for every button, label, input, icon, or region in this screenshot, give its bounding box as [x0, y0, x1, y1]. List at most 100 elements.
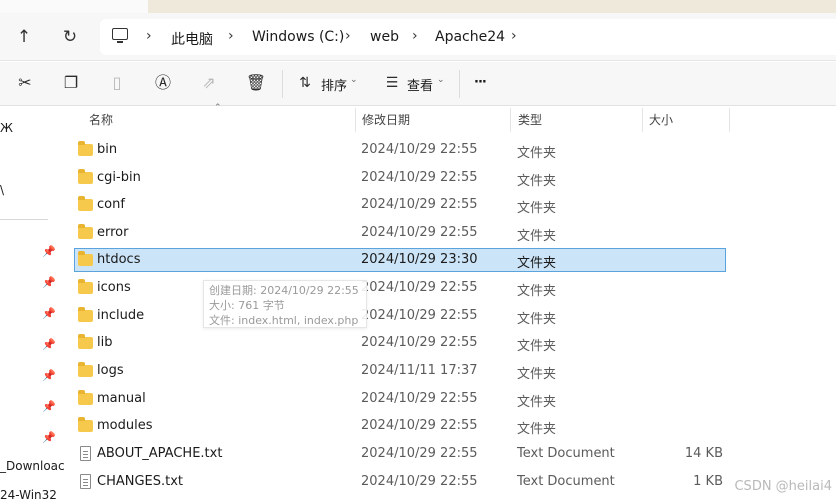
view-icon[interactable]: ☰	[381, 72, 403, 94]
file-date: 2024/11/11 17:37	[361, 363, 478, 378]
file-date: 2024/10/29 22:55	[361, 225, 478, 240]
file-date: 2024/10/29 22:55	[361, 308, 478, 323]
column-header-name[interactable]: 名称	[89, 107, 113, 133]
file-size: 14 KB	[684, 446, 723, 461]
file-type: 文件夹	[517, 201, 557, 216]
rename-icon[interactable]: Ⓐ	[152, 72, 174, 94]
file-type: 文件夹	[517, 367, 557, 382]
active-tab[interactable]	[0, 0, 148, 13]
file-type: Text Document	[517, 446, 615, 461]
column-header-type[interactable]: 类型	[518, 107, 542, 133]
file-type: 文件夹	[517, 422, 557, 437]
paste-icon[interactable]: ▯	[106, 72, 128, 94]
folder-icon	[78, 169, 93, 184]
file-row[interactable]: cgi-bin 2024/10/29 22:55 文件夹	[74, 166, 726, 190]
nav-divider	[0, 219, 48, 220]
file-name: conf	[97, 197, 125, 212]
file-name: manual	[97, 391, 146, 406]
folder-icon	[78, 251, 93, 266]
chevron-right-icon[interactable]: ›	[511, 28, 517, 44]
column-divider[interactable]	[642, 108, 643, 132]
file-row[interactable]: error 2024/10/29 22:55 文件夹	[74, 221, 726, 245]
file-date: 2024/10/29 22:55	[361, 391, 478, 406]
column-divider[interactable]	[510, 108, 511, 132]
file-row[interactable]: bin 2024/10/29 22:55 文件夹	[74, 138, 726, 162]
file-name: error	[97, 225, 129, 240]
file-row[interactable]: CHANGES.txt 2024/10/29 22:55 Text Docume…	[74, 470, 726, 494]
pin-icon[interactable]: 📌	[42, 400, 56, 414]
file-type: 文件夹	[517, 229, 557, 244]
column-header-size[interactable]: 大小	[649, 107, 673, 133]
folder-icon	[78, 334, 93, 349]
folder-icon	[78, 417, 93, 432]
file-row[interactable]: lib 2024/10/29 22:55 文件夹	[74, 331, 726, 355]
file-row[interactable]: conf 2024/10/29 22:55 文件夹	[74, 193, 726, 217]
nav-item[interactable]: \	[0, 183, 4, 197]
share-icon[interactable]: ⇗	[198, 72, 220, 94]
file-name: ABOUT_APACHE.txt	[97, 446, 223, 461]
computer-icon	[112, 28, 128, 43]
breadcrumb-web[interactable]: web	[370, 29, 399, 45]
column-header-date[interactable]: 修改日期	[362, 107, 410, 133]
chevron-right-icon[interactable]: ›	[345, 28, 351, 44]
nav-item[interactable]: Ж	[0, 121, 13, 135]
sort-icon[interactable]: ⇅	[294, 72, 316, 94]
pin-icon[interactable]: 📌	[42, 307, 56, 321]
breadcrumb-this-pc[interactable]: 此电脑	[171, 29, 213, 49]
file-name: icons	[97, 280, 131, 295]
file-type: 文件夹	[517, 284, 557, 299]
column-divider[interactable]	[355, 108, 356, 132]
file-type: 文件夹	[517, 174, 557, 189]
file-date: 2024/10/29 22:55	[361, 446, 478, 461]
file-row[interactable]: include 2024/10/29 22:55 文件夹	[74, 304, 726, 328]
folder-icon	[78, 224, 93, 239]
address-bar[interactable]: › 此电脑 › Windows (C:) › web › Apache24 ›	[100, 19, 836, 55]
up-arrow-icon[interactable]: ↑	[12, 25, 36, 49]
file-type: 文件夹	[517, 339, 557, 354]
tooltip-size: 大小: 761 字节	[209, 299, 285, 312]
tooltip-files: 文件: index.html, index.php	[209, 314, 359, 327]
chevron-down-icon[interactable]: ⌄	[437, 75, 445, 85]
chevron-right-icon[interactable]: ›	[228, 28, 234, 44]
file-date: 2024/10/29 22:55	[361, 197, 478, 212]
pin-icon[interactable]: 📌	[42, 338, 56, 352]
pin-icon[interactable]: 📌	[42, 431, 56, 445]
chevron-down-icon[interactable]: ⌄	[350, 75, 358, 85]
toolbar-divider	[282, 70, 283, 98]
file-name: cgi-bin	[97, 170, 141, 185]
more-options-button[interactable]: ···	[474, 75, 487, 90]
sort-button[interactable]: 排序	[321, 75, 347, 94]
file-row[interactable]: ABOUT_APACHE.txt 2024/10/29 22:55 Text D…	[74, 442, 726, 466]
file-row[interactable]: modules 2024/10/29 22:55 文件夹	[74, 414, 726, 438]
file-row[interactable]: manual 2024/10/29 22:55 文件夹	[74, 387, 726, 411]
nav-item-downloads[interactable]: _Downloac	[0, 459, 65, 473]
cut-icon[interactable]: ✂	[14, 72, 36, 94]
chevron-right-icon[interactable]: ›	[412, 28, 418, 44]
address-row: ↑ ↻ › 此电脑 › Windows (C:) › web › Apache2…	[0, 13, 836, 61]
file-row-selected[interactable]: htdocs 2024/10/29 23:30 文件夹	[74, 248, 726, 272]
pin-icon[interactable]: 📌	[42, 369, 56, 383]
file-type: 文件夹	[517, 256, 557, 271]
tooltip-created: 创建日期: 2024/10/29 22:55	[209, 284, 359, 297]
file-date: 2024/10/29 22:55	[361, 142, 478, 157]
nav-item[interactable]: 24-Win32	[0, 488, 57, 500]
chevron-right-icon[interactable]: ›	[146, 28, 152, 44]
file-row[interactable]: logs 2024/11/11 17:37 文件夹	[74, 359, 726, 383]
file-row[interactable]: icons 2024/10/29 22:55 文件夹	[74, 276, 726, 300]
breadcrumb-apache24[interactable]: Apache24	[435, 29, 505, 45]
breadcrumb-drive-c[interactable]: Windows (C:)	[252, 29, 344, 45]
file-date: 2024/10/29 22:55	[361, 280, 478, 295]
file-name: CHANGES.txt	[97, 474, 184, 489]
file-name: include	[97, 308, 145, 323]
pin-icon[interactable]: 📌	[42, 276, 56, 290]
file-date: 2024/10/29 22:55	[361, 474, 478, 489]
folder-icon	[78, 279, 93, 294]
copy-icon[interactable]: ❐	[60, 72, 82, 94]
view-button[interactable]: 查看	[407, 75, 433, 94]
pin-icon[interactable]: 📌	[42, 245, 56, 259]
column-divider[interactable]	[729, 108, 730, 132]
delete-icon[interactable]: 🗑	[245, 72, 267, 94]
watermark: CSDN @heilai4	[734, 479, 832, 494]
folder-icon	[78, 196, 93, 211]
refresh-icon[interactable]: ↻	[58, 25, 82, 49]
